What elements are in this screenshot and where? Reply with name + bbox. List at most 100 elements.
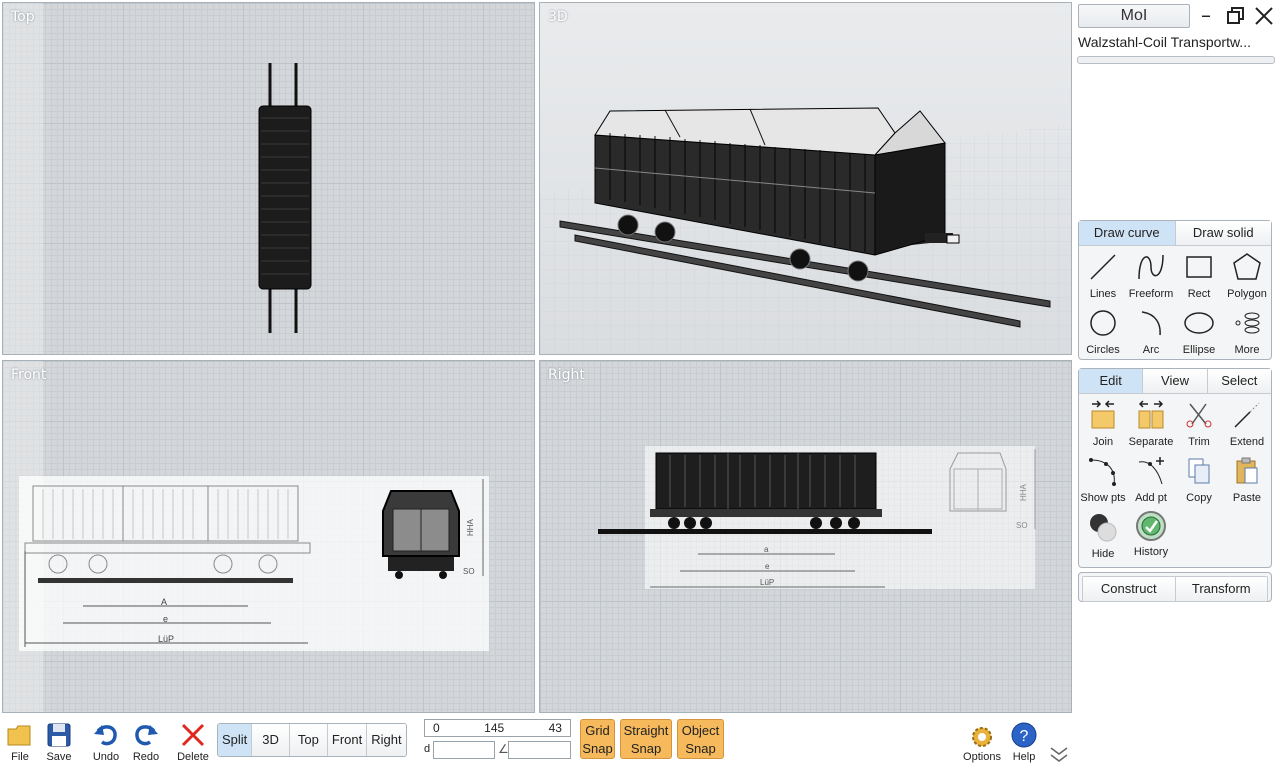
viewport-label-front[interactable]: Front [11,367,46,383]
history-button[interactable]: History [1127,508,1175,564]
coord-x: 0 [433,721,440,735]
history-icon [1127,510,1175,546]
file-progress-bar [1077,56,1275,64]
viewport-top[interactable]: Top [2,2,535,355]
help-icon: ? [1004,721,1044,749]
viewport-right[interactable]: Right a e LüP HHA SO [539,360,1072,713]
moi-menu-button[interactable]: MoI [1078,4,1190,28]
rect-button[interactable]: Rect [1175,248,1223,304]
tab-construct[interactable]: Construct [1083,577,1176,601]
join-icon [1079,400,1127,436]
save-button[interactable]: Save [39,719,79,763]
view-mode-selector: Split 3D Top Front Right [217,723,407,757]
right-dim-label-e: e [765,562,770,571]
viewport-label-3d[interactable]: 3D [548,9,568,25]
delete-button[interactable]: Delete [173,719,213,763]
copy-icon [1175,456,1223,492]
moi-window: Top 3D Front A e LüP HHA SO Right a e Lü… [0,0,1280,770]
grid-snap-toggle[interactable]: Grid Snap [580,719,615,759]
copy-button[interactable]: Copy [1175,452,1223,508]
dim-label-hha: HHA [466,518,475,536]
help-button[interactable]: ? Help [1004,719,1044,763]
hide-button[interactable]: Hide [1079,508,1127,564]
show-points-icon [1079,456,1127,492]
spiral-icon [1223,308,1271,344]
viewport-front[interactable]: Front A e LüP HHA SO [2,360,535,713]
chevron-down-icon[interactable] [1048,745,1070,769]
construct-transform-panel: Construct Transform [1078,572,1272,602]
command-sidebar: MoI – Walzstahl-Coil Transportw... Draw … [1074,0,1280,715]
join-button[interactable]: Join [1079,396,1127,452]
ellipse-button[interactable]: Ellipse [1175,304,1223,360]
distance-input[interactable] [433,741,495,759]
separate-button[interactable]: Separate [1127,396,1175,452]
show-pts-button[interactable]: Show pts [1079,452,1127,508]
coord-y: 145 [484,721,505,735]
view-top-button[interactable]: Top [289,724,328,756]
redo-icon [126,721,166,749]
lines-button[interactable]: Lines [1079,248,1127,304]
hide-icon [1079,512,1127,548]
svg-text:?: ? [1020,728,1029,745]
trim-button[interactable]: Trim [1175,396,1223,452]
view-split-button[interactable]: Split [218,724,253,756]
circle-icon [1079,308,1127,344]
tab-view[interactable]: View [1143,369,1208,393]
right-dim-label-so: SO [1016,521,1028,530]
ellipse-icon [1175,308,1223,344]
edit-tabs: Edit View Select [1079,369,1271,394]
tab-draw-curve[interactable]: Draw curve [1079,221,1176,245]
restore-icon[interactable] [1224,4,1248,28]
tab-transform[interactable]: Transform [1175,577,1267,601]
gear-icon [960,721,1004,749]
file-title: Walzstahl-Coil Transportw... [1078,34,1251,50]
freeform-icon [1127,252,1175,288]
minimize-icon[interactable]: – [1194,4,1218,28]
freeform-button[interactable]: Freeform [1127,248,1175,304]
arc-button[interactable]: Arc [1127,304,1175,360]
polygon-icon [1223,252,1271,288]
dim-label-e: e [163,614,168,624]
draw-tabs: Draw curve Draw solid [1079,221,1271,246]
bottom-toolbar: File Save Undo Redo Delete Split 3D Top … [0,715,1280,770]
right-view-wagon: a e LüP HHA SO [598,446,1036,589]
paste-icon [1223,456,1271,492]
tab-draw-solid[interactable]: Draw solid [1175,221,1271,245]
straight-snap-toggle[interactable]: Straight Snap [620,719,672,759]
close-icon[interactable] [1252,4,1276,28]
tab-select[interactable]: Select [1207,369,1271,393]
right-dim-label-hha: HHA [1019,483,1028,501]
tab-edit[interactable]: Edit [1079,369,1144,393]
distance-label: d [424,743,431,755]
more-button[interactable]: More [1223,304,1271,360]
view-right-button[interactable]: Right [367,724,406,756]
add-pt-button[interactable]: Add pt [1127,452,1175,508]
viewport-label-right[interactable]: Right [548,367,585,383]
dim-label-so: SO [463,567,475,576]
extend-icon [1223,400,1271,436]
polygon-button[interactable]: Polygon [1223,248,1271,304]
dim-label-a: A [161,597,167,607]
circles-button[interactable]: Circles [1079,304,1127,360]
separate-icon [1127,400,1175,436]
save-icon [39,721,79,749]
folder-icon [0,721,40,749]
viewport-3d[interactable]: 3D [539,2,1072,355]
file-button[interactable]: File [0,719,40,763]
coordinate-readout[interactable]: 0 145 43 [424,719,571,737]
angle-input[interactable] [508,741,571,759]
paste-button[interactable]: Paste [1223,452,1271,508]
redo-button[interactable]: Redo [126,719,166,763]
right-dim-label-a: a [764,545,769,554]
view-front-button[interactable]: Front [327,724,368,756]
delete-icon [173,721,213,749]
lines-icon [1079,252,1127,288]
extend-button[interactable]: Extend [1223,396,1271,452]
undo-button[interactable]: Undo [86,719,126,763]
add-point-icon [1127,456,1175,492]
viewport-label-top[interactable]: Top [11,9,35,25]
undo-icon [86,721,126,749]
view-3d-button[interactable]: 3D [252,724,290,756]
options-button[interactable]: Options [960,719,1004,763]
object-snap-toggle[interactable]: Object Snap [677,719,724,759]
